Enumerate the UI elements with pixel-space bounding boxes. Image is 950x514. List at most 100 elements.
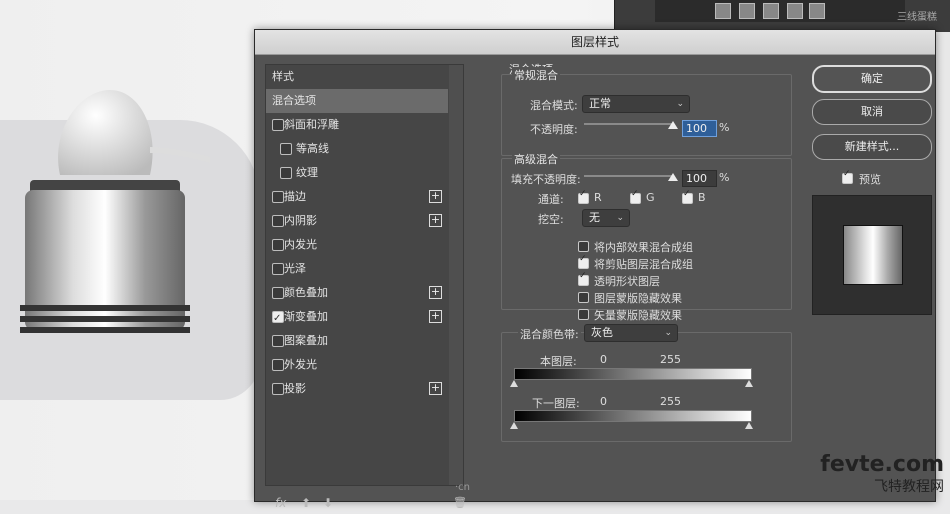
dialog-title: 图层样式 [255,30,935,55]
blend-if-select[interactable]: 灰色 ⌄ [584,324,678,342]
blend-if-group: 混合颜色带: 灰色 ⌄ 本图层: 0 255 下一图层: 0 255 [501,324,792,442]
styles-list: 样式 混合选项斜面和浮雕等高线纹理描边 + 内阴影 + 内发光光泽颜色叠加 + 渐变叠加 + 图… [265,64,464,486]
preview-box [812,195,932,315]
channel-r-checkbox[interactable] [578,189,589,204]
add-effect-icon[interactable]: + [429,310,442,323]
blend-mode-select[interactable]: 正常 ⌄ [582,95,690,113]
style-item[interactable]: 描边 + [266,185,448,209]
channel-b-label: B [698,191,706,204]
advanced-option-label: 将内部效果混合成组 [594,241,693,254]
opacity-input[interactable]: 100 [682,120,717,137]
style-checkbox[interactable] [272,359,284,371]
add-effect-icon[interactable]: + [429,286,442,299]
style-item-label: 颜色叠加 [284,286,328,299]
fill-opacity-slider[interactable] [584,175,674,177]
layer-thumb-icon [739,3,755,19]
this-layer-white-stop[interactable] [745,380,753,387]
style-item[interactable]: 渐变叠加 + [266,305,448,331]
style-checkbox[interactable] [272,287,284,299]
advanced-blending-group: 高级混合 填充不透明度: 100 % 通道: R G B 挖空: 无⌄ 将内部效… [501,151,792,322]
this-layer-min: 0 [600,353,607,366]
style-item[interactable]: 斜面和浮雕 [266,113,448,137]
cancel-button[interactable]: 取消 [812,99,932,125]
earphone-artwork [20,90,210,333]
advanced-option-checkbox[interactable] [578,241,589,252]
style-item[interactable]: 内发光 [266,233,448,257]
add-effect-icon[interactable]: + [429,214,442,227]
style-item[interactable]: 颜色叠加 + [266,281,448,305]
under-layer-white-stop[interactable] [745,422,753,429]
panel-title: 三线蛋糕 [897,12,937,23]
layer-thumb-icon [763,3,779,19]
under-layer-black-stop[interactable] [510,422,518,429]
channel-b-checkbox[interactable] [682,189,693,204]
style-checkbox[interactable] [272,119,284,131]
style-checkbox[interactable] [272,239,284,251]
under-layer-max: 255 [660,395,681,408]
style-item-label: 投影 [284,382,306,395]
advanced-option-label: 矢量蒙版隐藏效果 [594,309,682,322]
style-item[interactable]: 光泽 [266,257,448,281]
list-scrollbar[interactable] [449,65,463,485]
style-item[interactable]: 图案叠加 [266,329,448,353]
chevron-down-icon: ⌄ [616,213,624,223]
opacity-slider-thumb[interactable] [668,121,678,129]
style-item-label: 等高线 [296,142,329,155]
style-item[interactable]: 等高线 [266,137,448,161]
this-layer-black-stop[interactable] [510,380,518,387]
opacity-slider[interactable] [584,123,674,125]
style-item-label: 斜面和浮雕 [284,118,339,131]
advanced-option-checkbox[interactable] [578,309,589,320]
style-checkbox[interactable] [272,383,284,395]
preview-checkbox[interactable] [842,169,853,184]
advanced-option-checkbox[interactable] [578,292,589,303]
channels-label: 通道: [538,193,564,206]
style-item-label: 外发光 [284,358,317,371]
knockout-label: 挖空: [538,213,564,226]
advanced-blending-title: 高级混合 [512,151,560,167]
this-layer-max: 255 [660,353,681,366]
advanced-option-label: 透明形状图层 [594,275,660,288]
layer-thumb-icon [809,3,825,19]
style-checkbox[interactable] [272,263,284,275]
style-checkbox[interactable] [272,191,284,203]
fill-opacity-thumb[interactable] [668,173,678,181]
chevron-down-icon: ⌄ [664,328,672,338]
style-item[interactable]: 内阴影 + [266,209,448,233]
style-item-label: 内发光 [284,238,317,251]
ok-button[interactable]: 确定 [812,65,932,93]
knockout-select[interactable]: 无 ⌄ [582,209,630,227]
style-checkbox[interactable] [272,215,284,227]
add-effect-icon[interactable]: + [429,190,442,203]
panel-strip [655,0,905,22]
general-blending-title: 常规混合 [512,67,560,83]
fill-opacity-input[interactable]: 100 [682,170,717,187]
add-effect-icon[interactable]: + [429,382,442,395]
cn-mark: ·cn [455,482,471,493]
blend-mode-label: 混合模式: [530,99,578,112]
style-item[interactable]: 混合选项 [266,89,448,113]
style-item[interactable]: 投影 + [266,377,448,401]
style-checkbox[interactable] [272,335,284,347]
advanced-option-checkbox[interactable] [578,271,589,286]
style-checkbox[interactable] [280,143,292,155]
preview-label: 预览 [859,173,881,186]
style-item-label: 内阴影 [284,214,317,227]
style-checkbox[interactable] [272,307,284,331]
style-item[interactable]: 外发光 [266,353,448,377]
style-item-label: 图案叠加 [284,334,328,347]
advanced-option-checkbox[interactable] [578,254,589,269]
percent-label: % [719,171,730,184]
style-item[interactable]: 纹理 [266,161,448,185]
style-checkbox[interactable] [280,167,292,179]
fx-icon[interactable]: fx [275,496,286,510]
trash-icon[interactable]: 🗑 [453,496,467,509]
move-up-icon[interactable]: ⬆ [301,496,311,510]
channel-g-checkbox[interactable] [630,189,641,204]
new-style-button[interactable]: 新建样式... [812,134,932,160]
style-item-label: 混合选项 [272,94,316,107]
under-layer-label: 下一图层: [532,397,580,410]
move-down-icon[interactable]: ⬇ [323,496,333,510]
channel-g-label: G [646,191,655,204]
fill-opacity-label: 填充不透明度: [511,173,581,186]
